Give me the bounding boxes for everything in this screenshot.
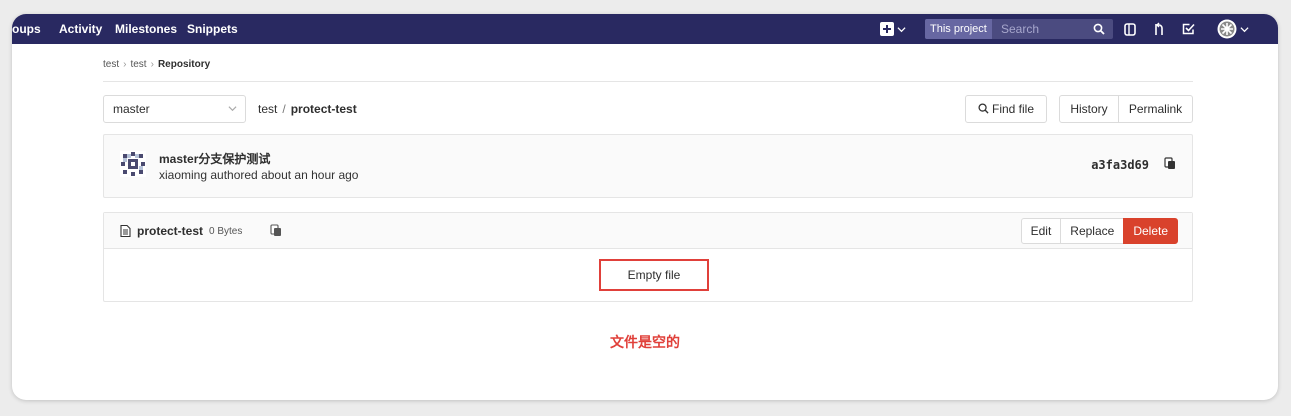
issues-icon[interactable] (1123, 20, 1137, 38)
chevron-down-icon (1240, 26, 1249, 32)
branch-name: master (113, 102, 150, 116)
breadcrumb-namespace[interactable]: test (103, 59, 119, 70)
commit-title[interactable]: master分支保护测试 (159, 150, 270, 167)
file-header: protect-test 0 Bytes Edit Replace Delete (104, 213, 1192, 249)
nav-link-snippets[interactable]: Snippets (187, 22, 238, 36)
breadcrumb-current[interactable]: Repository (158, 59, 210, 70)
user-menu[interactable] (1215, 19, 1251, 39)
nav-link-groups[interactable]: oups (12, 22, 41, 36)
file-text-icon (120, 225, 131, 237)
file-actions: Edit Replace Delete (1020, 218, 1178, 244)
breadcrumb-separator: › (150, 59, 154, 70)
branch-select[interactable]: master (103, 95, 246, 123)
plus-square-icon (880, 22, 894, 36)
delete-button[interactable]: Delete (1123, 218, 1178, 244)
path-parent-link[interactable]: test (258, 102, 277, 116)
search-icon (978, 103, 989, 114)
breadcrumb-project[interactable]: test (130, 59, 146, 70)
file-holder: protect-test 0 Bytes Edit Replace Delete… (103, 212, 1193, 302)
chevron-down-icon (228, 97, 237, 123)
replace-button[interactable]: Replace (1060, 218, 1125, 244)
new-item-dropdown[interactable] (878, 20, 908, 38)
breadcrumb: test › test › Repository (103, 59, 210, 70)
commit-sha[interactable]: a3fa3d69 (1091, 158, 1149, 172)
search-box[interactable]: This project (925, 19, 1113, 39)
path-separator: / (282, 102, 286, 116)
find-file-button[interactable]: Find file (965, 95, 1047, 123)
commit-author-meta: xiaoming authored about an hour ago (159, 168, 359, 182)
annotation-text: 文件是空的 (610, 335, 680, 351)
empty-file-notice: Empty file (599, 259, 709, 291)
todo-icon[interactable] (1181, 20, 1195, 38)
copy-icon[interactable] (270, 224, 282, 237)
search-input[interactable] (999, 19, 1091, 39)
file-size: 0 Bytes (209, 226, 243, 237)
find-file-label: Find file (991, 102, 1035, 116)
browser-window: oups Activity Milestones Snippets This p… (12, 14, 1278, 400)
path-file: protect-test (290, 102, 357, 116)
nav-link-milestones[interactable]: Milestones (115, 22, 177, 36)
merge-request-icon[interactable] (1152, 20, 1166, 38)
last-commit: master分支保护测试 xiaoming authored about an … (103, 134, 1193, 198)
file-path: test / protect-test (258, 102, 357, 116)
top-navbar: oups Activity Milestones Snippets This p… (12, 14, 1278, 44)
search-scope-badge[interactable]: This project (925, 19, 992, 39)
permalink-button[interactable]: Permalink (1118, 95, 1193, 123)
copy-icon[interactable] (1164, 157, 1176, 170)
search-icon (1093, 23, 1105, 35)
history-button[interactable]: History (1059, 95, 1119, 123)
breadcrumb-separator: › (123, 59, 127, 70)
avatar[interactable] (120, 151, 146, 177)
avatar-icon (1217, 19, 1237, 39)
edit-button[interactable]: Edit (1020, 218, 1062, 244)
chevron-down-icon (897, 26, 906, 32)
header-divider (103, 81, 1193, 82)
file-name: protect-test (137, 224, 204, 238)
nav-link-activity[interactable]: Activity (59, 22, 102, 36)
